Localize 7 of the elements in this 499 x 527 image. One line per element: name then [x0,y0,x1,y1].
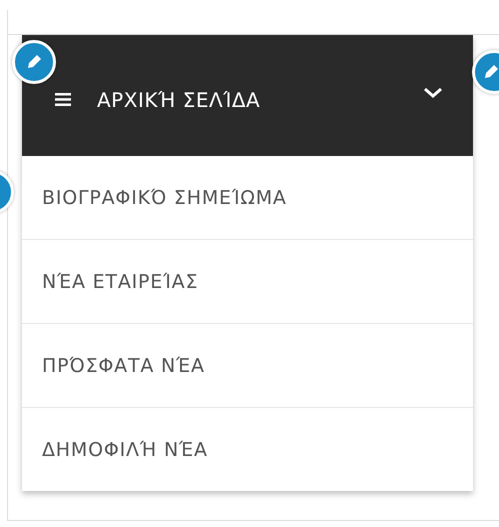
menu-item[interactable]: ΒΙΟΓΡΑΦΙΚΌ ΣΗΜΕΊΩΜΑ [22,156,473,240]
chevron-icon [423,86,443,98]
menu-header[interactable]: ΑΡΧΙΚΉ ΣΕΛΊΔΑ [22,35,473,156]
menu-icon [55,93,71,106]
menu-item[interactable]: ΝΈΑ ΕΤΑΙΡΕΊΑΣ [22,240,473,324]
menu-item[interactable]: ΔΗΜΟΦΙΛΉ ΝΈΑ [22,408,473,491]
menu-item[interactable]: ΠΡΌΣΦΑΤΑ ΝΈΑ [22,324,473,408]
